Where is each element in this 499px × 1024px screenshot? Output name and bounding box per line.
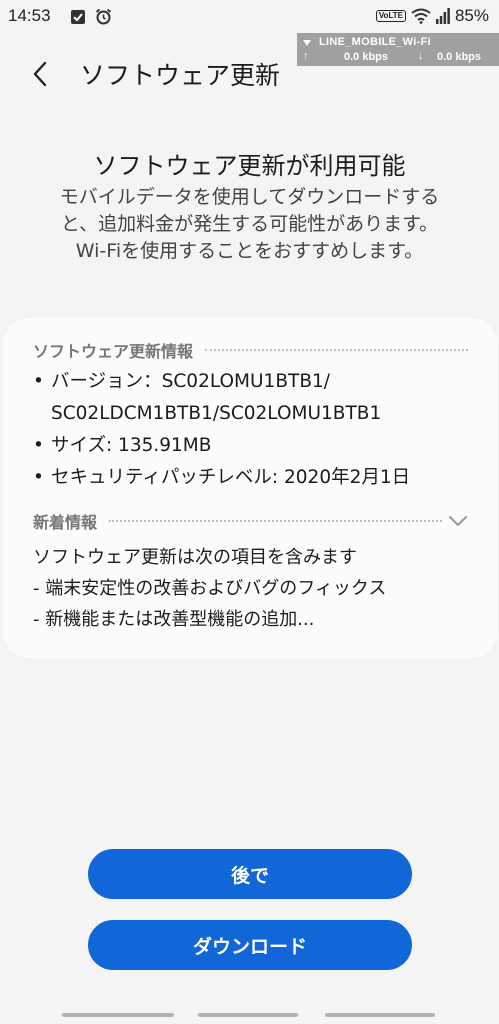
whats-new-line: - 新機能または改善型機能の追加... xyxy=(33,609,315,630)
whats-new-header[interactable]: 新着情報 xyxy=(33,509,468,533)
update-info-card: ソフトウェア更新情報 • バージョン： SC02LOMU1BTB1/ SC02L… xyxy=(3,318,497,658)
expand-whats-new-button[interactable] xyxy=(442,511,468,531)
signal-icon xyxy=(435,8,450,24)
nav-handle-center[interactable] xyxy=(198,1013,298,1017)
download-arrow-icon: ↓ xyxy=(418,50,424,62)
dropdown-triangle-icon xyxy=(303,40,311,46)
bullet: • xyxy=(33,435,44,456)
back-icon xyxy=(33,61,47,87)
upload-speed: 0.0 kbps xyxy=(344,51,389,63)
version-value: SC02LOMU1BTB1/ xyxy=(161,371,331,392)
update-available-title: ソフトウェア更新が利用可能 xyxy=(93,152,406,180)
download-speed: 0.0 kbps xyxy=(437,51,482,63)
description-line: モバイルデータを使用してダウンロードする xyxy=(59,186,440,208)
update-info-heading: ソフトウェア更新情報 xyxy=(33,342,194,361)
battery-percentage: 85% xyxy=(454,6,489,25)
back-button[interactable] xyxy=(20,54,60,94)
page-title: ソフトウェア更新 xyxy=(80,61,281,90)
network-speed-overlay: LINE_MOBILE_Wi-Fi ↑ 0.0 kbps ↓ 0.0 kbps xyxy=(297,33,499,66)
size-value: サイズ: 135.91MB xyxy=(51,435,212,456)
status-right-group: VoLTE 85% xyxy=(375,5,489,27)
size-row: • サイズ: 135.91MB xyxy=(33,430,473,462)
nav-handle-left[interactable] xyxy=(62,1013,174,1017)
alarm-icon xyxy=(95,8,112,25)
section-divider xyxy=(109,520,442,522)
update-info-list: • バージョン： SC02LOMU1BTB1/ SC02LDCM1BTB1/SC… xyxy=(33,366,473,494)
nav-handle-right[interactable] xyxy=(325,1013,435,1017)
download-button[interactable]: ダウンロード xyxy=(88,920,412,970)
section-divider xyxy=(205,349,468,351)
wifi-icon xyxy=(411,8,431,24)
status-bar: 14:53 VoLTE 85% xyxy=(0,0,499,36)
update-info-section-header: ソフトウェア更新情報 xyxy=(33,338,468,362)
bullet: • xyxy=(33,371,44,392)
whats-new-line: ソフトウェア更新は次の項目を含みます xyxy=(33,547,357,568)
check-notification-icon xyxy=(71,10,85,24)
status-time: 14:53 xyxy=(8,6,51,25)
chevron-down-icon xyxy=(449,516,467,526)
volte-badge: VoLTE xyxy=(375,10,406,22)
version-value-continued: SC02LDCM1BTB1/SC02LOMU1BTB1 xyxy=(51,403,382,424)
bullet: • xyxy=(33,467,44,488)
update-description: モバイルデータを使用してダウンロードする と、追加料金が発生する可能性があります… xyxy=(14,184,485,265)
description-line: Wi-Fiを使用することをおすすめします。 xyxy=(75,240,424,262)
security-patch-value: セキュリティパッチレベル: 2020年2月1日 xyxy=(51,467,411,488)
security-patch-row: • セキュリティパッチレベル: 2020年2月1日 xyxy=(33,462,473,494)
whats-new-line: - 端末安定性の改善およびバグのフィックス xyxy=(33,578,387,599)
later-button[interactable]: 後で xyxy=(88,849,412,899)
version-label: バージョン： xyxy=(51,371,162,392)
upload-arrow-icon: ↑ xyxy=(303,50,309,62)
whats-new-content: ソフトウェア更新は次の項目を含みます - 端末安定性の改善およびバグのフィックス… xyxy=(33,542,473,635)
version-row: • バージョン： SC02LOMU1BTB1/ xyxy=(33,366,473,398)
network-name: LINE_MOBILE_Wi-Fi xyxy=(319,36,431,48)
description-line: と、追加料金が発生する可能性があります。 xyxy=(60,213,439,235)
whats-new-heading: 新着情報 xyxy=(33,513,98,532)
